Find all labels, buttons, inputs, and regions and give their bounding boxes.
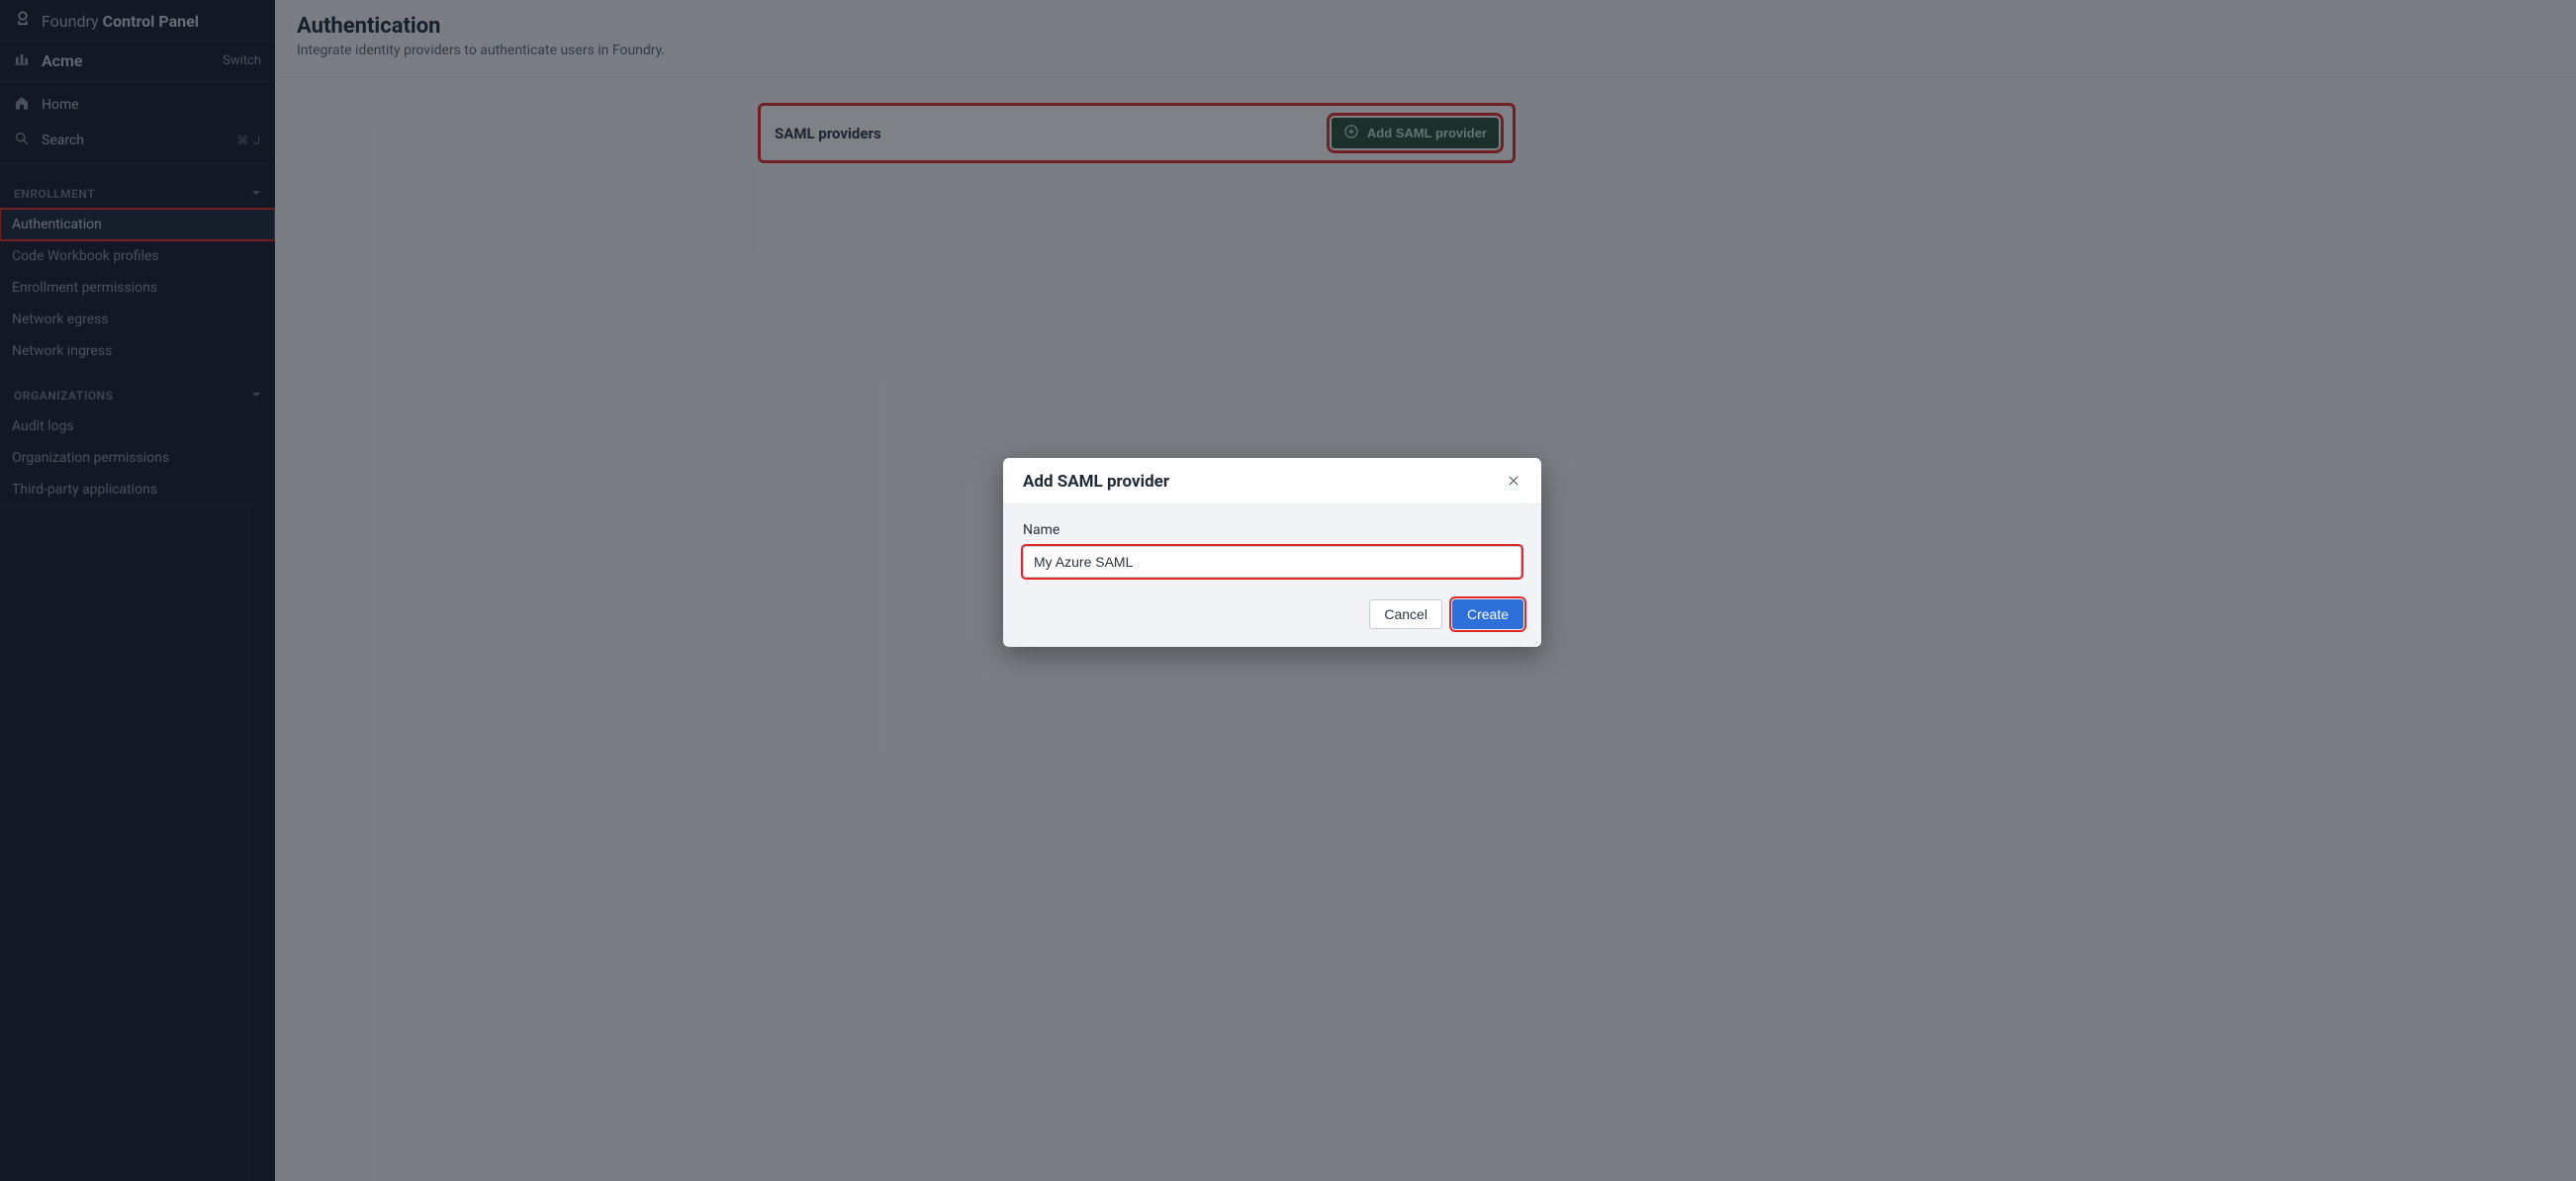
- name-field-input[interactable]: [1023, 546, 1521, 578]
- add-saml-provider-dialog: Add SAML provider Name Cancel Create: [1003, 458, 1541, 647]
- dialog-title: Add SAML provider: [1023, 472, 1169, 492]
- close-icon: [1507, 473, 1520, 492]
- main: Authentication Integrate identity provid…: [275, 0, 2576, 1181]
- dialog-close-button[interactable]: [1504, 472, 1523, 492]
- create-button[interactable]: Create: [1452, 599, 1523, 629]
- cancel-button[interactable]: Cancel: [1369, 599, 1442, 629]
- dialog-footer: Cancel Create: [1003, 599, 1541, 647]
- dialog-body: Name: [1003, 504, 1541, 599]
- name-field-label: Name: [1023, 522, 1521, 538]
- dialog-header: Add SAML provider: [1003, 458, 1541, 504]
